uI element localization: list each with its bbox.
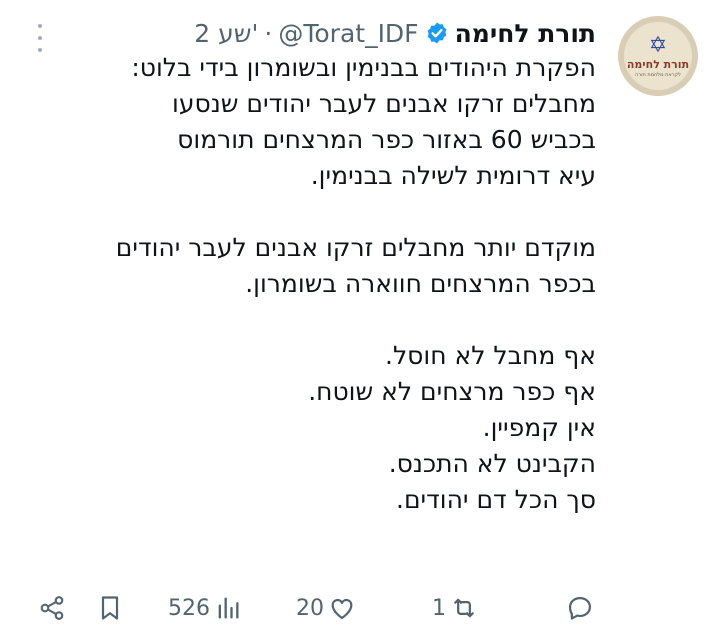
views-button[interactable]: 526: [168, 588, 242, 628]
retweets-count: 1: [432, 595, 446, 621]
reply-button[interactable]: [566, 588, 594, 628]
verified-badge-icon: [425, 21, 449, 45]
tweet-line: עיא דרומית לשילה בבנימין.: [310, 161, 596, 190]
tweet-line: מחבלים זרקו אבנים לעבר יהודים שנסעו: [172, 89, 596, 118]
tweet-line: אף מחבל לא חוסל.: [385, 341, 596, 370]
tweet-text: הפקרת היהודים בבנימין ובשומרון בידי בלוט…: [26, 50, 596, 518]
like-button[interactable]: 20: [296, 588, 356, 628]
avatar-logo-text: תורת לחימה: [626, 57, 690, 71]
retweet-icon: [454, 598, 474, 618]
display-name[interactable]: תורת לחימה: [455, 19, 596, 48]
user-handle[interactable]: @Torat_IDF: [278, 19, 418, 48]
tweet-header: תורת לחימה @Torat_IDF · 2 שע': [194, 14, 596, 52]
tweet-line: הפקרת היהודים בבנימין ובשומרון בידי בלוט…: [131, 53, 596, 82]
tweet-line: בכפר המרצחים חווארה בשומרון.: [245, 269, 596, 298]
bookmark-button[interactable]: [96, 588, 124, 628]
share-icon: [40, 596, 64, 620]
tweet-line: מוקדם יותר מחבלים זרקו אבנים לעבר יהודים: [115, 233, 596, 262]
views-count: 526: [168, 595, 210, 621]
action-bar: 526 20 1: [0, 588, 720, 628]
tweet-line: בכביש 60 באזור כפר המרצחים תורמוס: [177, 125, 596, 154]
star-of-david-icon: ✡: [648, 32, 668, 58]
header-separator: ·: [264, 18, 273, 48]
tweet-line: סך הכל דם יהודים.: [396, 485, 596, 514]
reply-icon: [568, 596, 592, 620]
avatar[interactable]: ✡ תורת לחימה לקראת מלחמת תורה: [618, 16, 698, 96]
tweet-line: [26, 194, 596, 230]
heart-icon: [331, 598, 353, 620]
retweet-button[interactable]: 1: [432, 588, 478, 628]
share-button[interactable]: [38, 588, 66, 628]
bookmark-icon: [101, 596, 119, 620]
avatar-logo: ✡ תורת לחימה לקראת מלחמת תורה: [624, 22, 692, 90]
post-time[interactable]: 2 שע': [194, 19, 258, 48]
tweet-line: [26, 302, 596, 338]
tweet-line: אין קמפיין.: [482, 413, 596, 442]
more-options-icon[interactable]: [30, 24, 50, 52]
tweet-line: אף כפר מרצחים לא שוטח.: [308, 377, 596, 406]
avatar-logo-subtitle: לקראת מלחמת תורה: [635, 71, 681, 78]
tweet-line: הקבינט לא התכנס.: [388, 449, 596, 478]
views-icon: [218, 597, 239, 619]
likes-count: 20: [296, 595, 324, 621]
